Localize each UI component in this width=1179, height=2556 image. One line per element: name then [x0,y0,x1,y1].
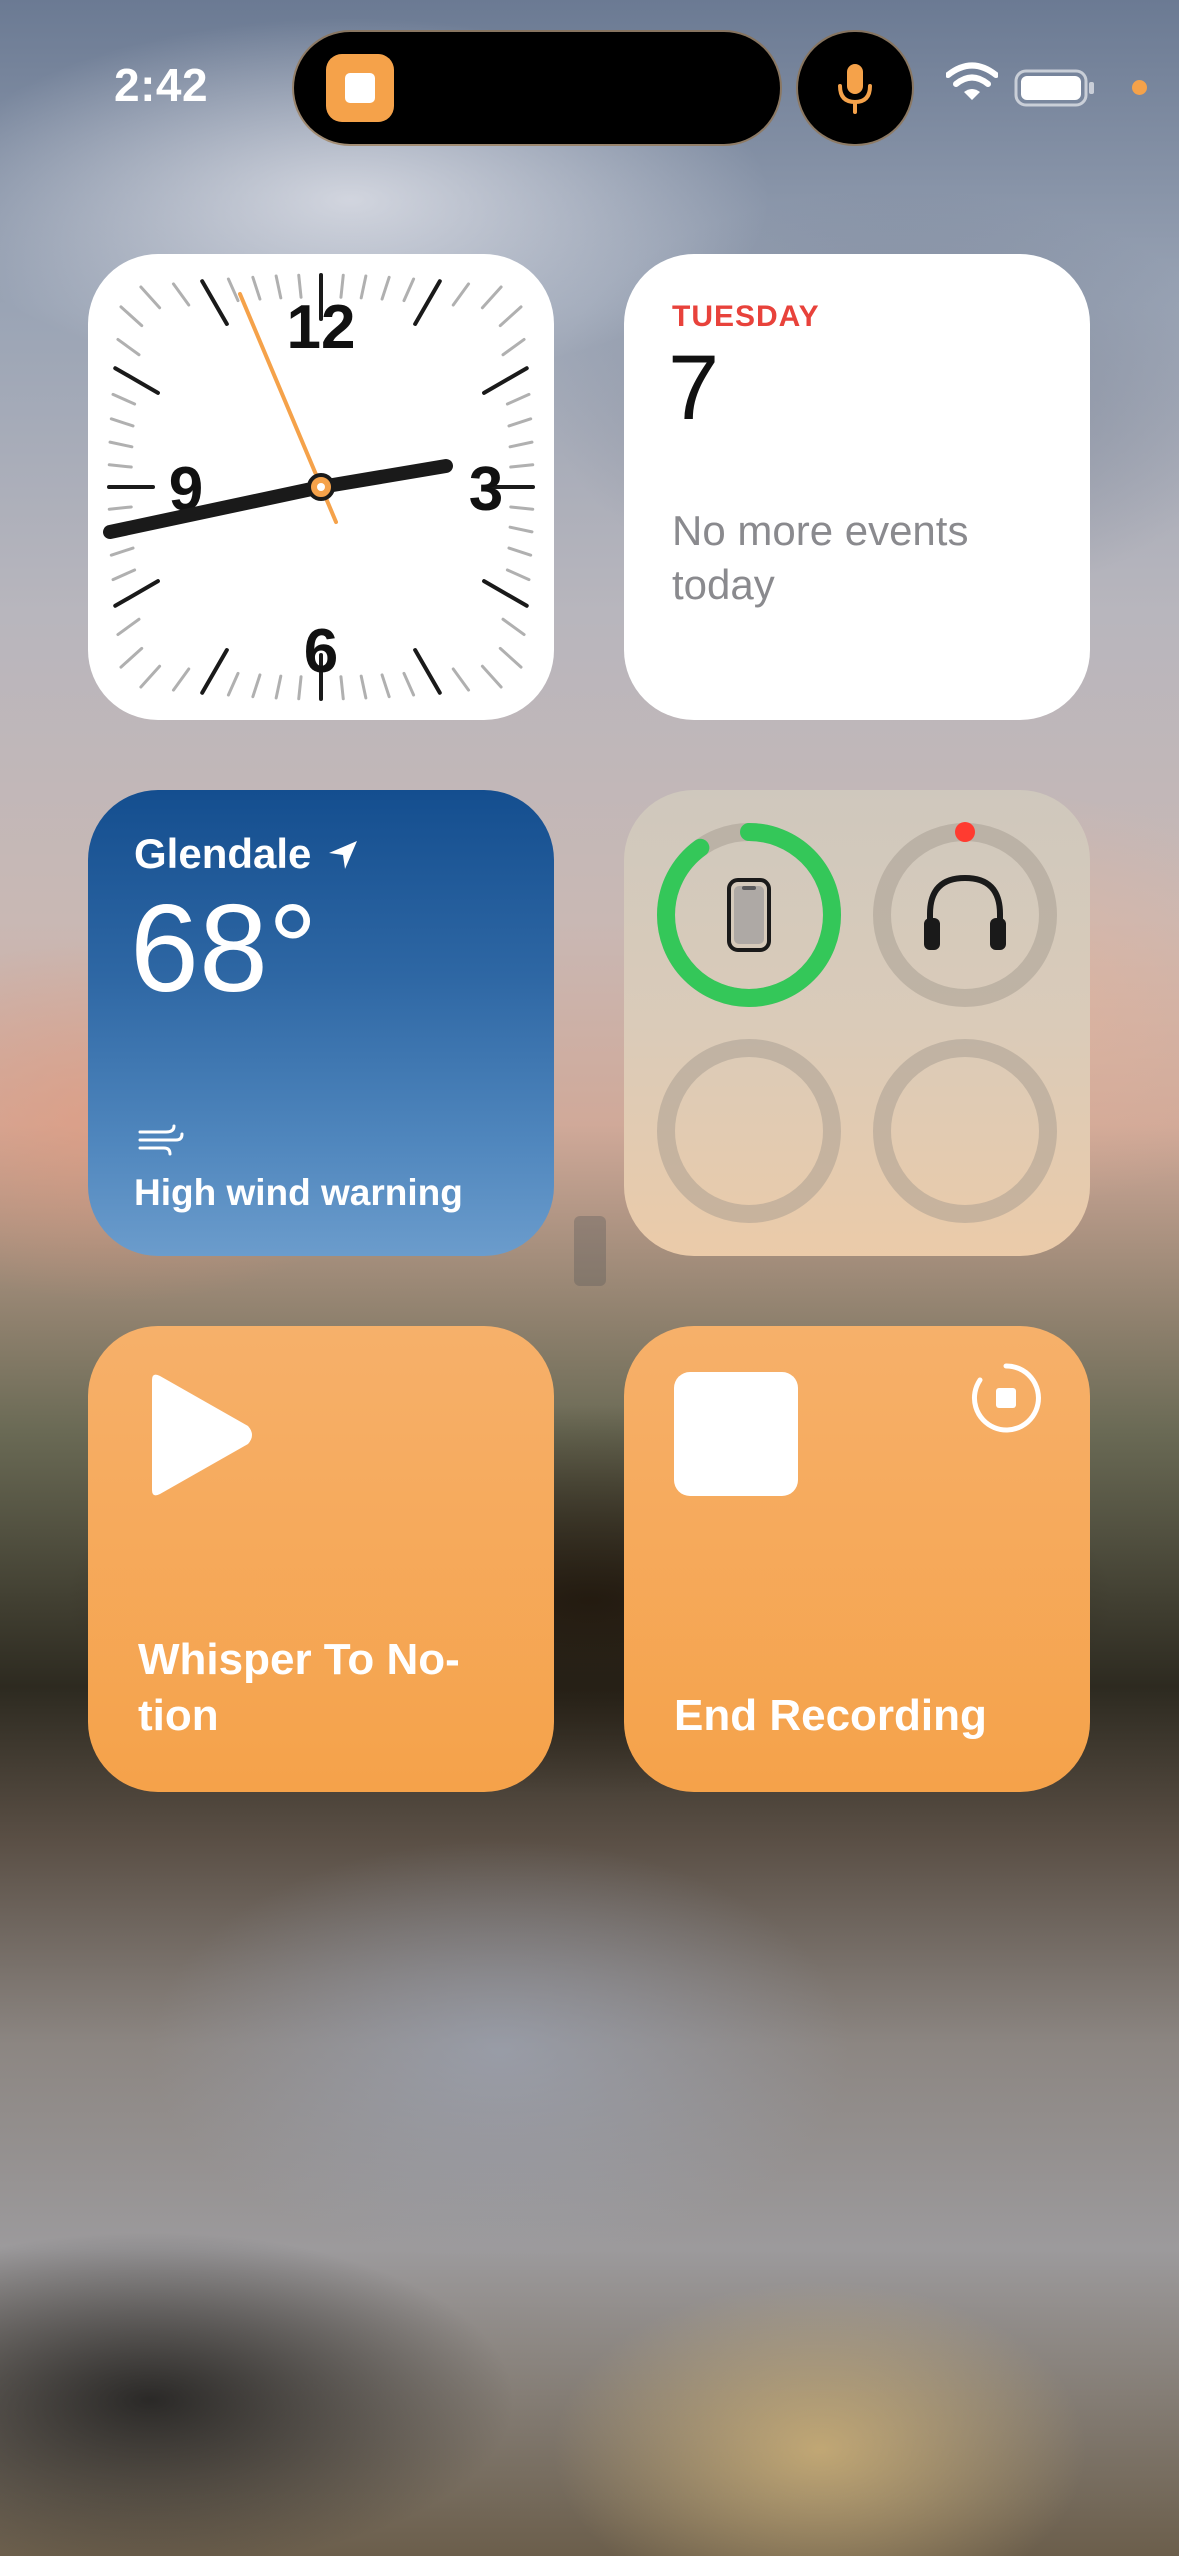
clock-minute-tick [507,417,533,428]
battery-ring-headphones [873,822,1057,1007]
clock-minute-tick [109,546,135,557]
battery-ring-iphone [657,823,841,1007]
end-recording-label: End Recording [674,1691,987,1740]
clock-hour-tick [200,648,229,695]
clock-minute-tick [251,673,262,699]
microphone-indicator[interactable] [798,32,912,144]
clock-minute-tick [108,440,134,449]
weather-city: Glendale [134,830,312,877]
clock-minute-tick [171,667,191,692]
clock-minute-hand [103,480,328,539]
status-time: 2:42 [114,59,209,111]
clock-minute-tick [226,277,240,303]
clock-minute-tick [359,674,368,700]
play-icon [152,1374,252,1496]
battery-icon [1014,69,1094,107]
calendar-events-text: No more events today [672,507,969,608]
batteries-widget[interactable] [624,790,1090,1256]
clock-hour-tick [413,279,442,326]
clock-minute-tick [509,463,535,469]
clock-hour-tick [413,648,442,695]
battery-ring-empty-1 [657,1039,841,1223]
clock-minute-tick [274,274,283,300]
headphones-icon [924,874,1006,950]
privacy-indicator-dot [1132,80,1147,95]
clock-minute-tick [171,282,191,307]
clock-hour-tick [482,366,529,395]
clock-hour-tick [113,579,160,608]
clock-minute-tick [505,568,531,582]
end-recording-shortcut[interactable]: End Recording [624,1326,1090,1792]
weather-temperature: 68° [130,880,318,1018]
clock-minute-tick [480,664,503,689]
clock-minute-tick [107,463,133,469]
weather-condition: High wind warning [134,1172,463,1213]
clock-minute-tick [380,275,391,301]
whisper-shortcut-label: Whisper To No- tion [138,1635,460,1740]
clock-hour-hand [314,459,453,494]
calendar-widget[interactable]: TUESDAY 7 No more events today [624,254,1090,720]
wifi-icon [946,62,998,100]
clock-numeral-12: 12 [287,293,356,362]
clock-hour-tick [113,366,160,395]
clock-minute-tick [119,646,144,669]
clock-minute-tick [402,671,416,697]
clock-numeral-3: 3 [469,455,503,524]
clock-minute-tick [139,664,162,689]
clock-numeral-6: 6 [304,617,338,686]
clock-minute-tick [111,568,137,582]
clock-minute-tick [107,505,133,511]
clock-minute-tick [498,646,523,669]
clock-minute-tick [119,305,144,328]
wind-icon [138,1124,184,1156]
clock-minute-tick [480,285,503,310]
clock-minute-tick [226,671,240,697]
whisper-to-notion-shortcut[interactable]: Whisper To No- tion [88,1326,554,1792]
calendar-date: 7 [668,337,720,439]
location-arrow-icon [329,841,357,869]
clock-minute-tick [507,546,533,557]
clock-minute-tick [109,417,135,428]
clock-minute-tick [508,440,534,449]
widget-stack-indicator [574,1216,606,1286]
clock-minute-tick [501,617,526,637]
low-battery-indicator [955,822,975,842]
clock-minute-tick [359,274,368,300]
clock-minute-tick [274,674,283,700]
stop-square-icon[interactable] [326,54,394,122]
clock-minute-tick [509,505,535,511]
clock-minute-tick [451,667,471,692]
clock-minute-tick [508,525,534,534]
calendar-day: TUESDAY [672,300,820,333]
clock-hour-tick [200,279,229,326]
dynamic-island[interactable] [294,32,780,144]
microphone-icon [838,64,872,114]
clock-minute-tick [402,277,416,303]
clock-minute-tick [111,392,137,406]
clock-minute-tick [498,305,523,328]
iphone-icon [727,878,771,952]
recording-progress-icon [971,1363,1041,1433]
clock-minute-tick [116,617,141,637]
home-screen: 2:42 12 3 6 9 TUESDAY 7 No more events t… [0,0,1179,2556]
clock-minute-tick [297,675,303,701]
clock-minute-tick [339,675,345,701]
clock-minute-tick [251,275,262,301]
clock-minute-tick [451,282,471,307]
clock-minute-tick [139,285,162,310]
clock-minute-tick [116,337,141,357]
weather-widget[interactable]: Glendale 68° High wind warning [88,790,554,1256]
clock-minute-tick [505,392,531,406]
clock-minute-tick [380,673,391,699]
battery-ring-empty-2 [873,1039,1057,1223]
clock-minute-tick [501,337,526,357]
clock-widget[interactable]: 12 3 6 9 [88,254,554,720]
stop-icon [674,1372,798,1496]
analog-clock-face: 12 3 6 9 [103,273,535,701]
clock-hour-tick [482,579,529,608]
